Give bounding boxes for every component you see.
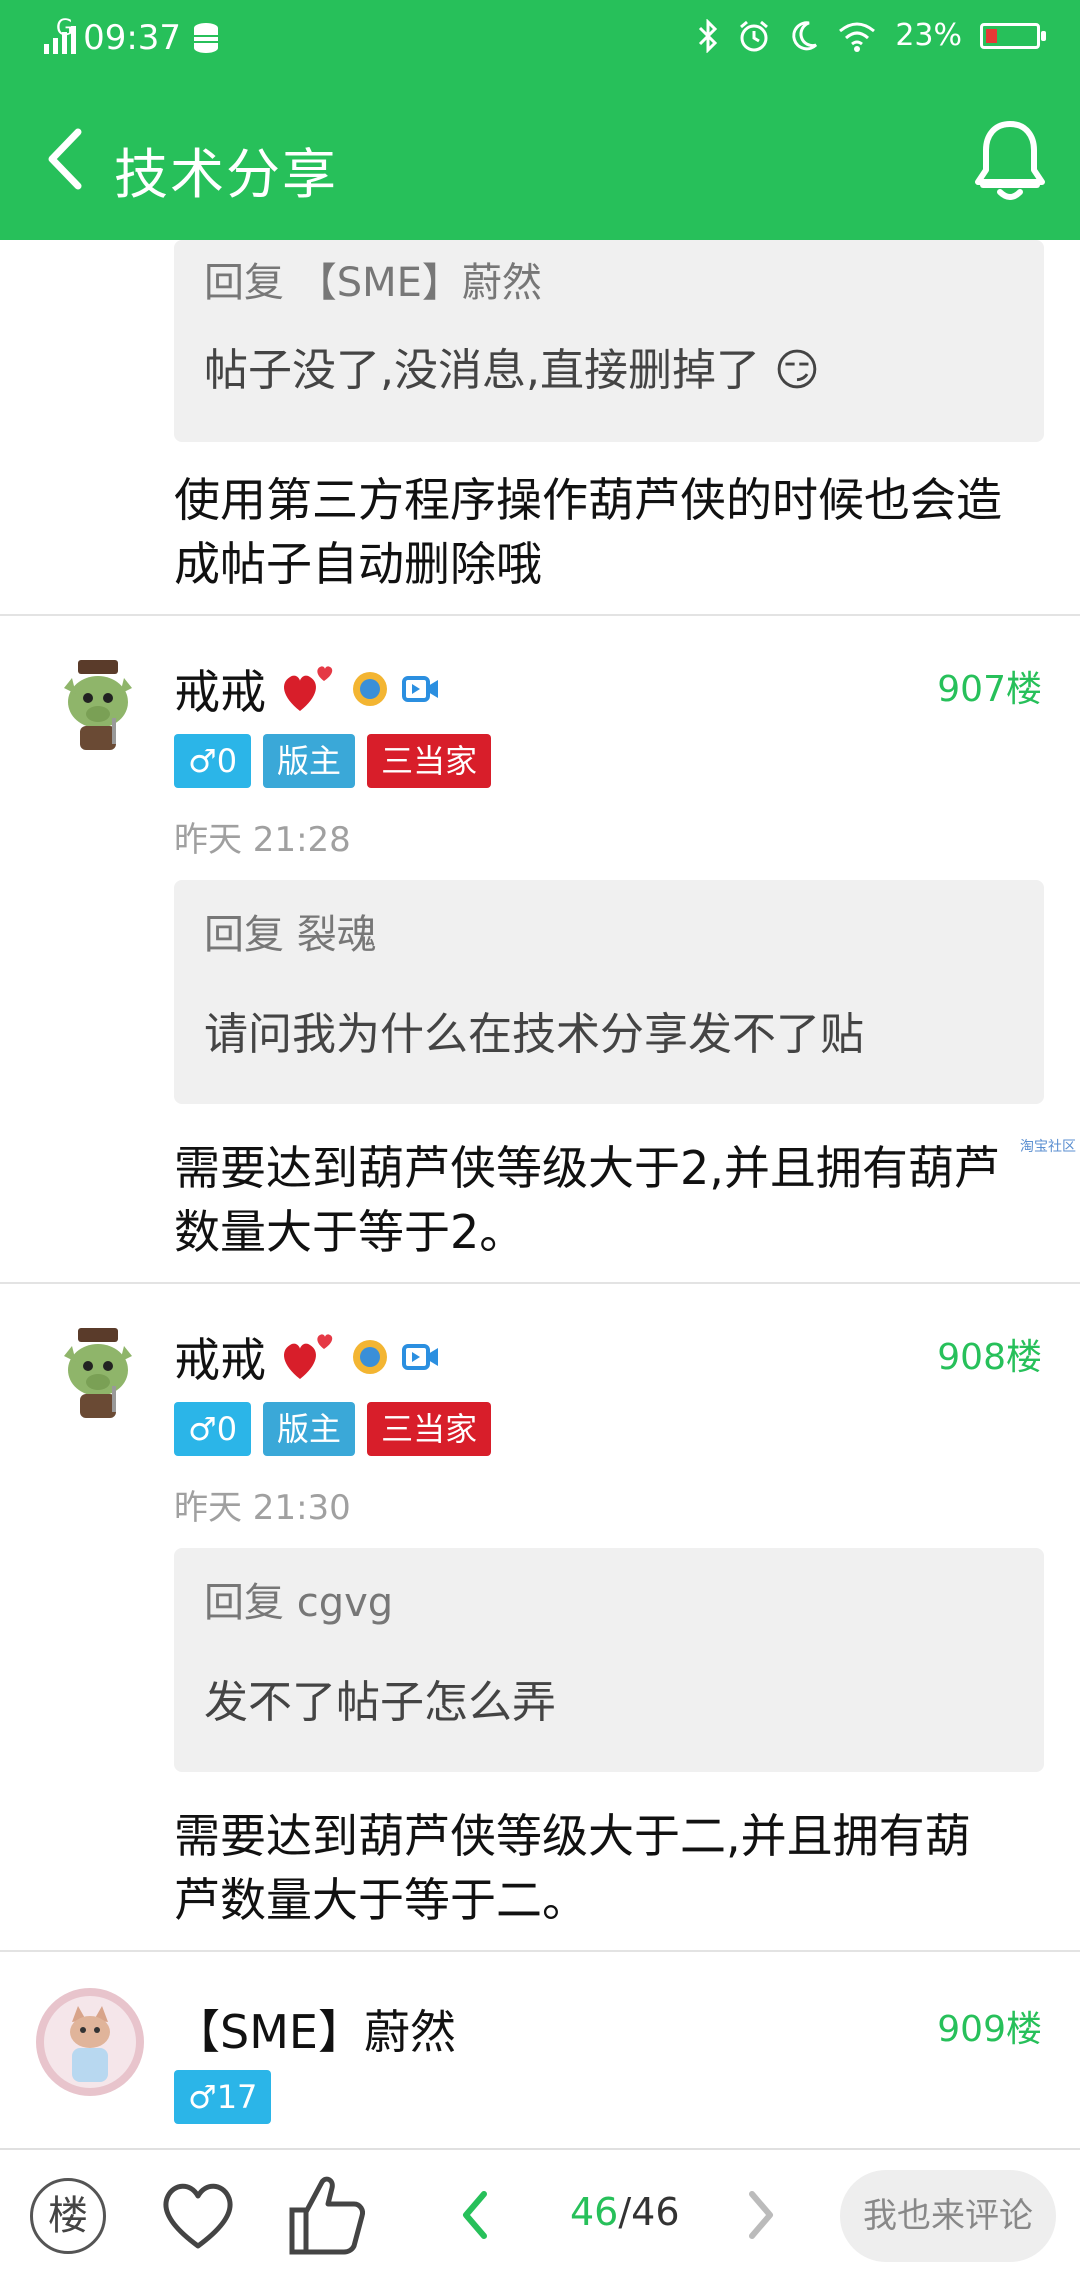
username[interactable]: 【SME】蔚然 <box>174 1996 456 2062</box>
gender-level-badge: ♂0 <box>174 1402 252 1456</box>
username-text: 戒戒 <box>174 665 266 719</box>
battery-percent: 23% <box>895 18 962 53</box>
quote-text: 帖子没了,没消息,直接删掉了 😏 <box>204 345 820 396</box>
battery-icon <box>980 22 1046 49</box>
quote-head: 回复 cgvg <box>204 1580 394 1626</box>
comment-button[interactable]: 我也来评论 <box>840 2170 1056 2262</box>
video-icon <box>402 1344 438 1370</box>
post-body-line: 成帖子自动删除哦 <box>174 537 542 591</box>
floor-number: 908楼 <box>937 1337 1042 1378</box>
post-time: 昨天 21:30 <box>174 1488 351 1528</box>
divider <box>0 1282 1080 1284</box>
quote-head: 回复 裂魂 <box>204 912 377 958</box>
divider <box>0 614 1080 616</box>
database-icon <box>194 23 219 53</box>
post-body-line: 需要达到葫芦侠等级大于2,并且拥有葫芦 <box>174 1141 1000 1195</box>
reply-quote[interactable]: 回复 裂魂 请问我为什么在技术分享发不了贴 <box>174 880 1044 1104</box>
rank-badge: 三当家 <box>367 1402 492 1456</box>
rank-badge: 三当家 <box>367 734 492 788</box>
username[interactable]: 戒戒 <box>174 1324 440 1390</box>
status-bar: G 09:37 23% <box>0 0 1080 78</box>
username-text: 戒戒 <box>174 1333 266 1387</box>
back-arrow-icon[interactable] <box>38 124 98 194</box>
moderator-badge: 版主 <box>263 1402 356 1456</box>
page-title: 技术分享 <box>114 143 338 206</box>
page-current: 46 <box>570 2190 619 2234</box>
avatar-pig[interactable] <box>50 658 146 754</box>
post-body: 需要达到葫芦侠等级大于二,并且拥有葫 芦数量大于等于二。 <box>174 1804 1054 1932</box>
hearts-icon <box>284 1334 333 1379</box>
username-text: 【SME】蔚然 <box>174 2005 456 2059</box>
username[interactable]: 戒戒 <box>174 656 440 722</box>
post-time: 昨天 21:28 <box>174 820 351 860</box>
avatar-cat[interactable] <box>36 1988 144 2096</box>
reply-quote[interactable]: 回复 【SME】蔚然 帖子没了,没消息,直接删掉了 😏 <box>174 240 1044 442</box>
divider <box>0 1950 1080 1952</box>
post-body-line: 数量大于等于2。 <box>174 1205 526 1259</box>
page-total: 46 <box>631 2190 680 2234</box>
medal-icon <box>353 672 387 706</box>
post-body: 使用第三方程序操作葫芦侠的时候也会造 成帖子自动删除哦 <box>174 468 1054 596</box>
medal-icon <box>353 1340 387 1374</box>
badge-row: ♂0 版主 三当家 <box>174 1402 492 1456</box>
prev-page-icon[interactable] <box>458 2188 492 2242</box>
gender-level-badge: ♂17 <box>174 2070 272 2124</box>
gender-level-badge: ♂0 <box>174 734 252 788</box>
alarm-icon <box>740 20 769 51</box>
quote-text: 请问我为什么在技术分享发不了贴 <box>204 1009 864 1060</box>
post-body-line: 使用第三方程序操作葫芦侠的时候也会造 <box>174 473 1002 527</box>
thumbs-up-icon[interactable] <box>288 2172 368 2256</box>
floor-number: 909楼 <box>937 2009 1042 2050</box>
app-bar: 技术分享 <box>0 78 1080 240</box>
quote-head: 回复 【SME】蔚然 <box>204 260 542 306</box>
hearts-icon <box>284 666 333 711</box>
post-list: 回复 【SME】蔚然 帖子没了,没消息,直接删掉了 😏 使用第三方程序操作葫芦侠… <box>0 240 1080 2148</box>
battery-fill <box>986 28 997 43</box>
avatar-pig[interactable] <box>50 1326 146 1422</box>
post-body: 需要达到葫芦侠等级大于2,并且拥有葫芦 数量大于等于2。 <box>174 1136 1054 1264</box>
jump-floor-button[interactable]: 楼 <box>30 2178 106 2254</box>
badge-row: ♂17 <box>174 2070 272 2124</box>
page-indicator[interactable]: 46/46 <box>570 2190 680 2234</box>
post-body-line: 芦数量大于等于二。 <box>174 1873 588 1927</box>
network-type: G <box>56 15 74 41</box>
bell-icon[interactable] <box>972 118 1048 202</box>
badge-row: ♂0 版主 三当家 <box>174 734 492 788</box>
bluetooth-icon <box>699 18 718 53</box>
moderator-badge: 版主 <box>263 734 356 788</box>
floor-number: 907楼 <box>937 669 1042 710</box>
wifi-icon <box>839 22 876 52</box>
status-time: 09:37 <box>83 18 182 58</box>
post-body-line: 需要达到葫芦侠等级大于二,并且拥有葫 <box>174 1809 971 1863</box>
moon-icon <box>792 20 818 50</box>
page-sep: / <box>618 2190 632 2234</box>
next-page-icon[interactable] <box>744 2188 778 2242</box>
reply-quote[interactable]: 回复 cgvg 发不了帖子怎么弄 <box>174 1548 1044 1772</box>
heart-icon[interactable] <box>158 2178 238 2252</box>
bottom-bar: 楼 46/46 我也来评论 <box>0 2148 1080 2282</box>
quote-text: 发不了帖子怎么弄 <box>204 1677 556 1728</box>
video-icon <box>402 676 438 702</box>
